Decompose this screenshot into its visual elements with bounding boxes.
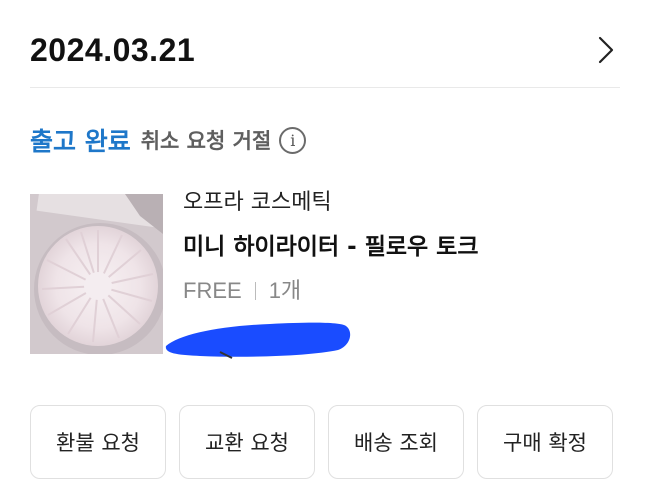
order-date: 2024.03.21 [30,32,196,68]
option-separator [254,282,256,300]
price-redaction-mark [165,322,351,359]
product-name[interactable]: 미니 하이라이터 - 필로우 토크 [183,228,479,266]
refund-request-button[interactable]: 환불 요청 [30,405,166,479]
product-brand[interactable]: 오프라 코스메틱 [183,186,479,220]
product-thumbnail[interactable] [30,194,163,354]
option-quantity: 1개 [268,278,302,303]
confirm-purchase-button[interactable]: 구매 확정 [477,405,613,479]
product-info: 오프라 코스메틱 미니 하이라이터 - 필로우 토크 FREE 1개 [183,186,479,308]
order-header: 2024.03.21 [30,28,620,72]
order-status-row: 출고 완료 취소 요청 거절 i [30,122,307,158]
status-label: 출고 완료 [30,127,131,156]
option-size: FREE [183,278,242,303]
track-delivery-button[interactable]: 배송 조회 [328,405,464,479]
exchange-request-button[interactable]: 교환 요청 [179,405,315,479]
divider [30,87,620,88]
product-option: FREE 1개 [183,274,479,308]
chevron-right-icon[interactable] [594,30,618,70]
status-sub-label: 취소 요청 거절 [140,129,272,153]
info-icon[interactable]: i [279,126,307,154]
order-action-buttons: 환불 요청 교환 요청 배송 조회 구매 확정 [30,405,613,479]
